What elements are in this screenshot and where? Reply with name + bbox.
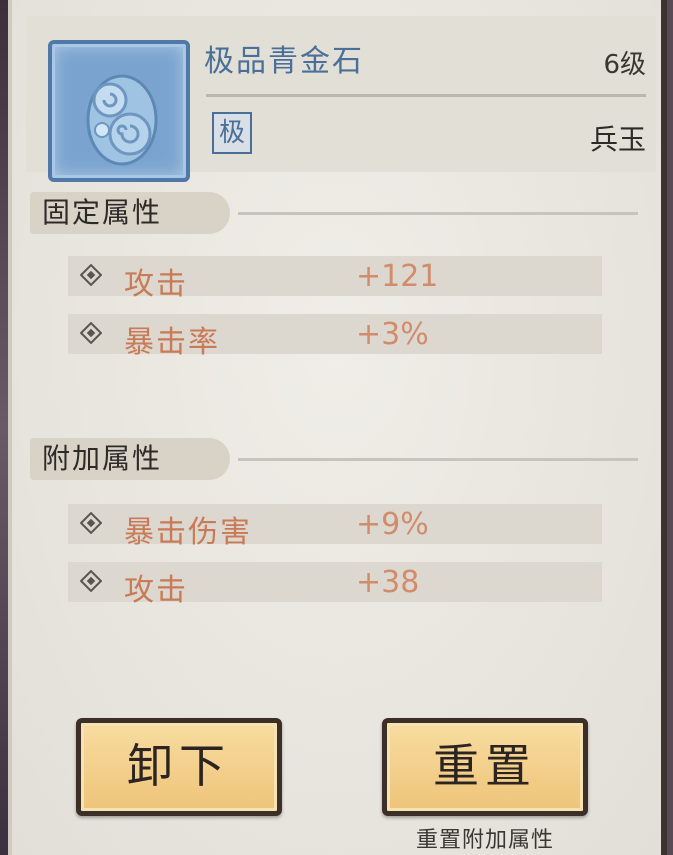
diamond-bullet-icon xyxy=(80,570,102,592)
stat-row: 攻击 +38 xyxy=(68,562,602,608)
diamond-bullet-icon xyxy=(80,264,102,286)
diamond-bullet-icon xyxy=(80,512,102,534)
grade-badge: 极 xyxy=(212,112,252,154)
item-name: 极品青金石 xyxy=(204,44,364,79)
stat-row: 暴击伤害 +9% xyxy=(68,504,602,550)
stat-value: +38 xyxy=(356,565,420,600)
section-divider xyxy=(238,458,638,461)
stat-value: +3% xyxy=(356,317,429,352)
fixed-attributes-title: 固定属性 xyxy=(30,192,230,234)
reset-button-caption: 重置附加属性 xyxy=(415,828,554,853)
stat-row: 攻击 +121 xyxy=(68,256,602,302)
unequip-button[interactable]: 卸下 xyxy=(76,718,282,816)
stat-name: 攻击 xyxy=(124,573,188,608)
stat-value: +121 xyxy=(356,259,439,294)
header-divider xyxy=(206,94,646,97)
item-type: 兵玉 xyxy=(589,123,646,156)
stat-row: 暴击率 +3% xyxy=(68,314,602,360)
diamond-bullet-icon xyxy=(80,322,102,344)
reset-button[interactable]: 重置 xyxy=(382,718,588,816)
stat-name: 暴击伤害 xyxy=(124,515,252,550)
item-detail-panel: 极品青金石 6级 极 兵玉 固定属性 攻击 +121 暴击率 +3% 附加属性 … xyxy=(8,0,667,855)
extra-attributes-title: 附加属性 xyxy=(30,438,230,480)
stat-name: 暴击率 xyxy=(124,325,220,360)
item-level: 6级 xyxy=(603,50,646,80)
stat-value: +9% xyxy=(356,507,429,542)
item-header: 极品青金石 6级 极 兵玉 xyxy=(26,16,656,182)
blue-jade-stone-icon[interactable] xyxy=(48,40,190,182)
section-divider xyxy=(238,212,638,215)
background-edge xyxy=(0,0,8,855)
stat-name: 攻击 xyxy=(124,267,188,302)
